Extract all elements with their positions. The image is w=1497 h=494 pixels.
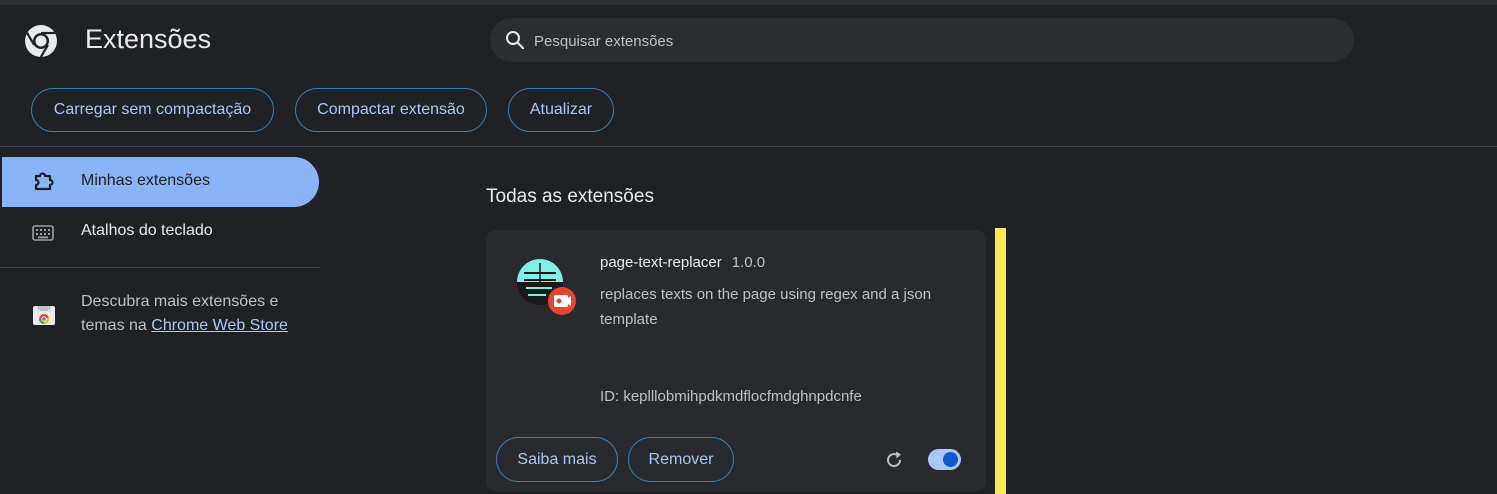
search-box[interactable]: [490, 18, 1354, 62]
sidebar-divider: [0, 267, 320, 268]
extension-enabled-toggle[interactable]: [928, 449, 961, 470]
reload-icon[interactable]: [884, 450, 904, 470]
search-input[interactable]: [532, 26, 1316, 56]
sidebar-item-label: Minhas extensões: [81, 172, 210, 189]
extension-name-line: page-text-replacer 1.0.0: [600, 254, 765, 271]
details-button[interactable]: Saiba mais: [496, 437, 618, 482]
extension-version: 1.0.0: [731, 254, 766, 271]
header-divider: [0, 146, 1497, 147]
window-top-strip: [0, 0, 1497, 5]
page-title: Extensões: [85, 24, 212, 54]
extension-description: replaces texts on the page using regex a…: [600, 286, 932, 328]
extension-id: ID: keplllobmihpdkmdflocfmdghnpdcnfe: [600, 388, 862, 405]
keyboard-icon: [32, 225, 54, 241]
web-store-promo: Descubra mais extensões e temas na Chrom…: [81, 290, 321, 338]
update-button[interactable]: Atualizar: [508, 88, 614, 132]
load-unpacked-button[interactable]: Carregar sem compactação: [31, 88, 274, 132]
chrome-web-store-link[interactable]: Chrome Web Store: [151, 317, 288, 334]
remove-button[interactable]: Remover: [628, 437, 734, 482]
unpacked-badge-icon: [548, 287, 576, 315]
extension-name: page-text-replacer: [600, 254, 722, 271]
sidebar-item-label: Atalhos do teclado: [81, 222, 213, 239]
section-title: Todas as extensões: [486, 186, 654, 207]
puzzle-icon: [34, 172, 54, 191]
yellow-highlight-bar: [995, 228, 1006, 494]
toggle-knob: [943, 452, 958, 467]
search-icon: [506, 31, 525, 50]
web-store-icon: [33, 306, 55, 325]
chrome-icon: [25, 25, 57, 58]
pack-extension-button[interactable]: Compactar extensão: [295, 88, 487, 132]
extension-card: page-text-replacer 1.0.0 replaces texts o…: [486, 230, 986, 492]
